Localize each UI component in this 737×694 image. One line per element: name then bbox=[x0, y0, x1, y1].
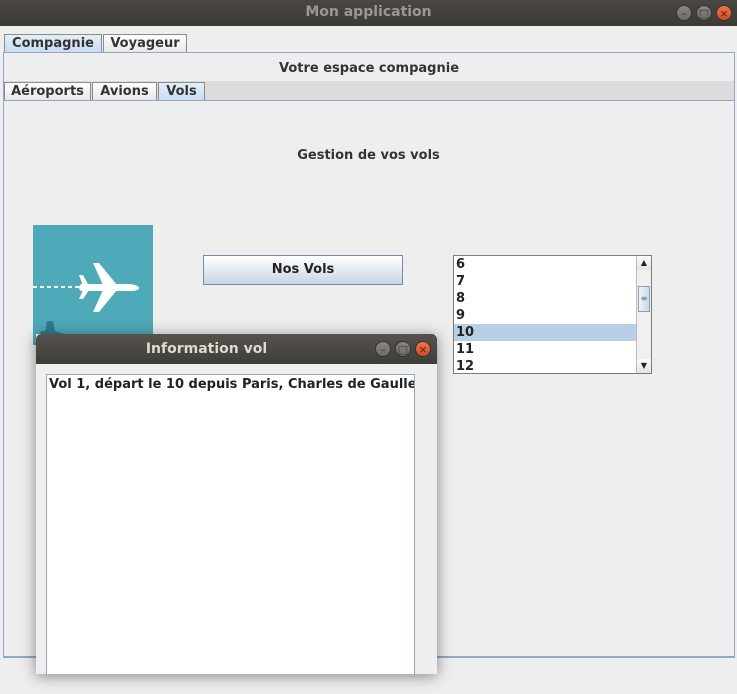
scroll-up-icon[interactable]: ▲ bbox=[637, 256, 651, 270]
list-item[interactable]: 12 bbox=[454, 358, 651, 373]
banner-title: Votre espace compagnie bbox=[278, 61, 460, 76]
information-vol-dialog[interactable]: Information vol – □ × Vol 1, départ le 1… bbox=[36, 334, 437, 674]
airplane-image bbox=[33, 225, 153, 345]
maximize-icon[interactable]: □ bbox=[395, 341, 411, 357]
tab-compagnie[interactable]: Compagnie bbox=[4, 34, 102, 53]
close-icon[interactable]: × bbox=[415, 341, 431, 357]
maximize-icon[interactable]: □ bbox=[696, 5, 712, 21]
dialog-titlebar[interactable]: Information vol – □ × bbox=[36, 334, 437, 364]
list-item[interactable]: 8 bbox=[454, 290, 651, 307]
tab-aeroports[interactable]: Aéroports bbox=[4, 82, 91, 101]
close-icon[interactable]: × bbox=[716, 5, 732, 21]
list-scrollbar[interactable]: ▲ ≡ ▼ bbox=[636, 256, 651, 373]
minimize-icon[interactable]: – bbox=[375, 341, 391, 357]
list-item-selected[interactable]: 10 bbox=[454, 324, 651, 341]
list-item[interactable]: 11 bbox=[454, 341, 651, 358]
page-heading: Gestion de vos vols bbox=[297, 148, 440, 163]
flight-info-text: Vol 1, départ le 10 depuis Paris, Charle… bbox=[49, 377, 415, 392]
window-title: Mon application bbox=[305, 4, 432, 20]
airplane-icon bbox=[33, 263, 139, 345]
tab-vols[interactable]: Vols bbox=[158, 82, 205, 101]
list-item[interactable]: 7 bbox=[454, 273, 651, 290]
scroll-down-icon[interactable]: ▼ bbox=[637, 359, 651, 373]
list-item[interactable]: 9 bbox=[454, 307, 651, 324]
list-item[interactable]: 6 bbox=[454, 256, 651, 273]
window-titlebar[interactable]: Mon application – □ × bbox=[0, 0, 737, 26]
tab-avions[interactable]: Avions bbox=[92, 82, 157, 101]
nos-vols-button[interactable]: Nos Vols bbox=[203, 255, 403, 285]
tab-voyageur[interactable]: Voyageur bbox=[103, 34, 187, 53]
minimize-icon[interactable]: – bbox=[676, 5, 692, 21]
flight-list[interactable]: 6 7 8 9 10 11 12 ▲ ≡ ▼ bbox=[453, 255, 652, 374]
scroll-thumb[interactable]: ≡ bbox=[638, 286, 650, 312]
dialog-title: Information vol bbox=[145, 341, 268, 357]
flight-info-textarea[interactable]: Vol 1, départ le 10 depuis Paris, Charle… bbox=[46, 374, 415, 674]
